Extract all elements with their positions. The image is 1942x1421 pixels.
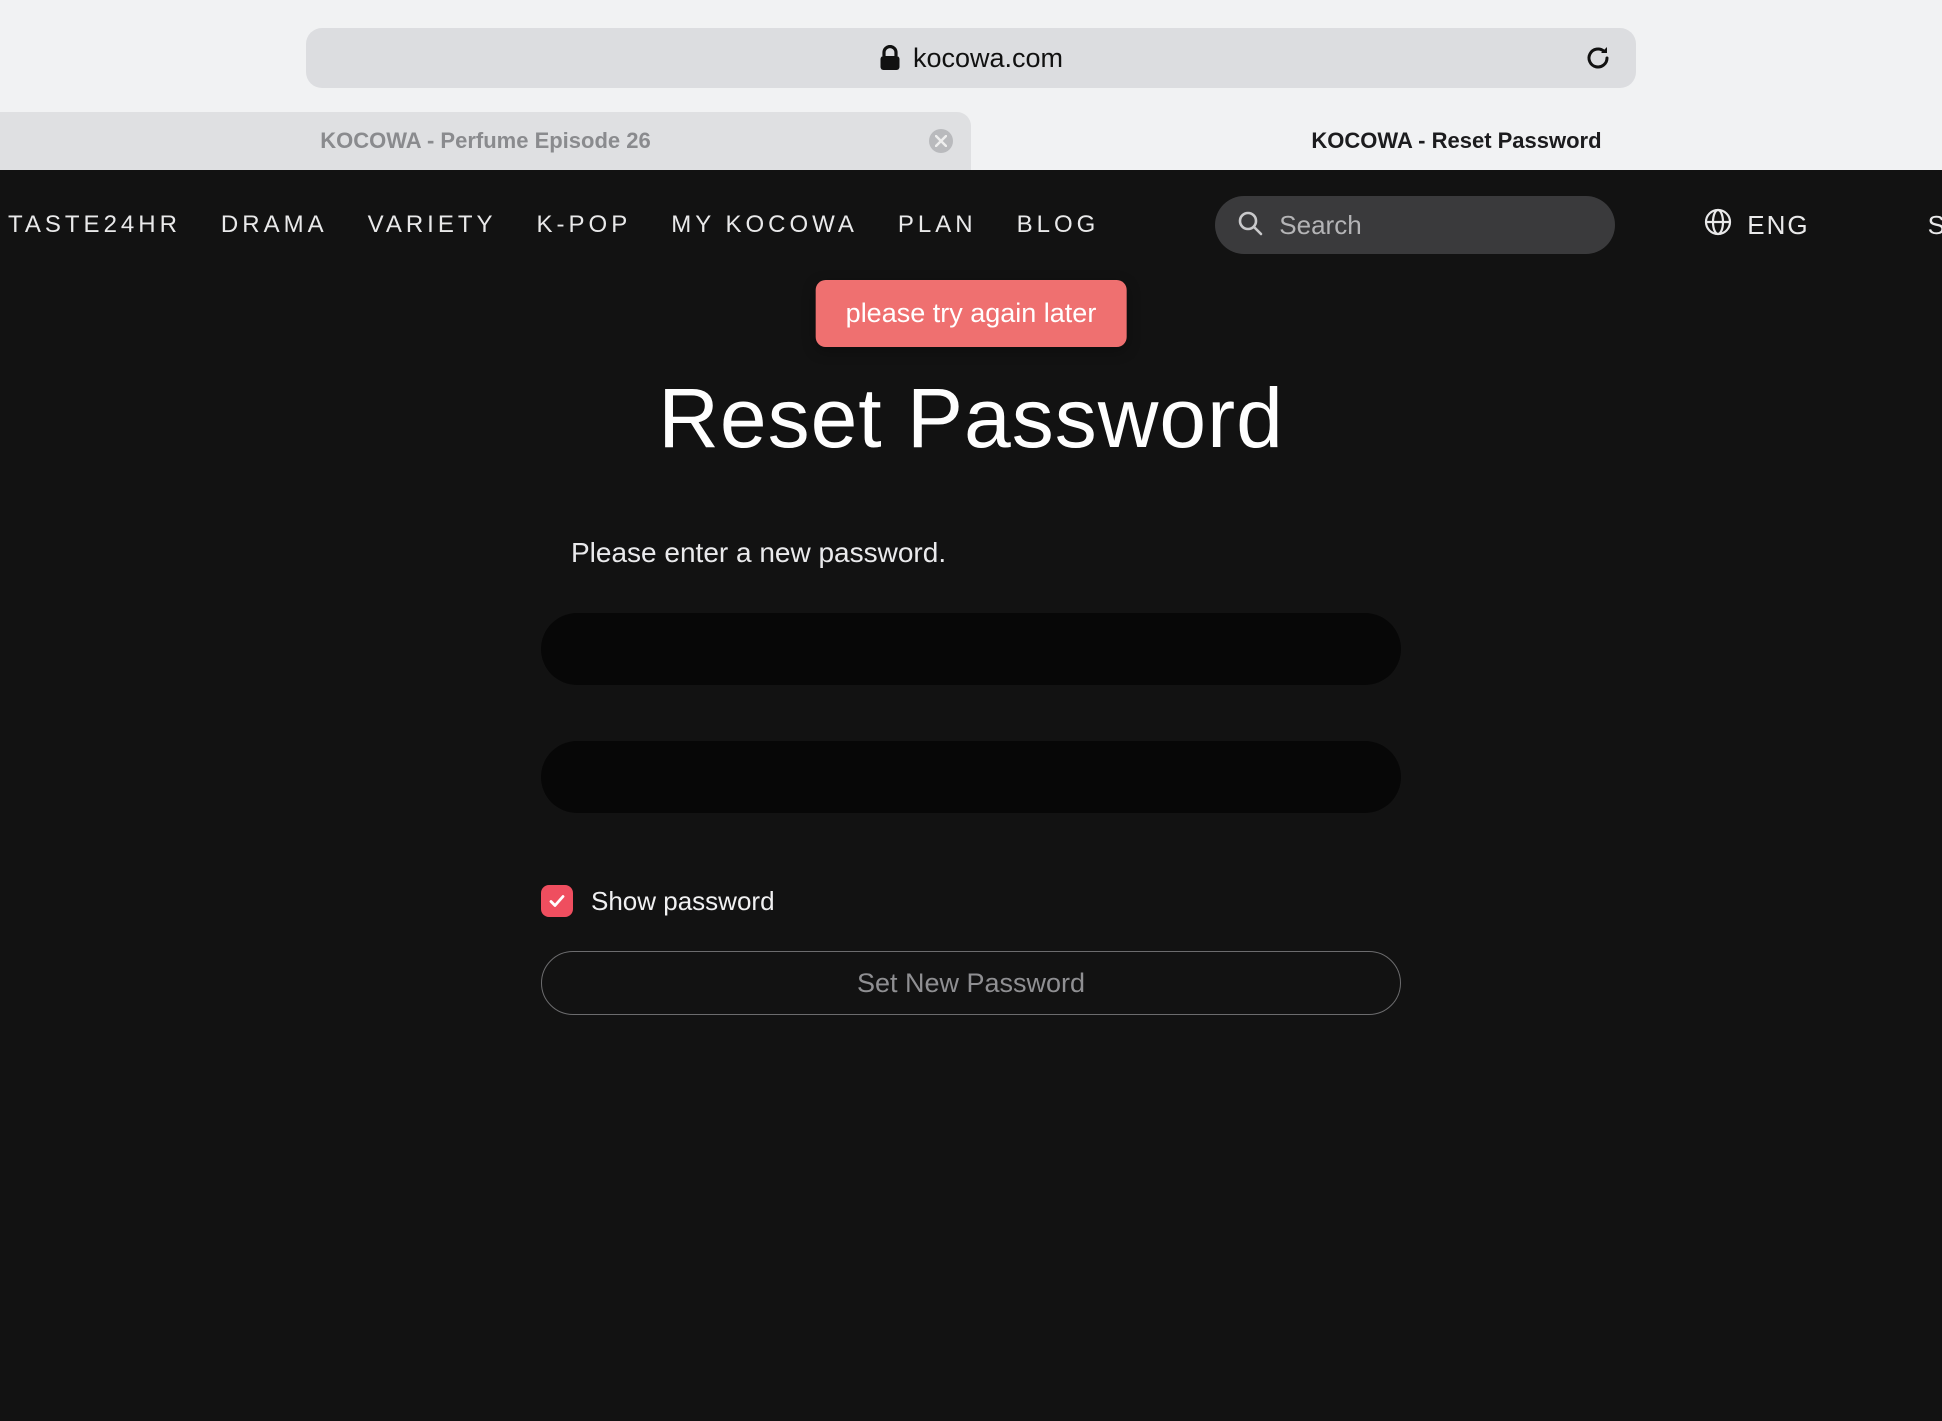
- tab-perfume-ep26[interactable]: KOCOWA - Perfume Episode 26: [0, 112, 971, 170]
- address-bar-content: kocowa.com: [306, 43, 1636, 74]
- nav-kpop[interactable]: K-POP: [537, 211, 632, 239]
- show-password-checkbox[interactable]: [541, 885, 573, 917]
- reload-button[interactable]: [1582, 42, 1614, 74]
- address-text: kocowa.com: [913, 43, 1063, 74]
- tab-reset-password[interactable]: KOCOWA - Reset Password: [971, 112, 1942, 170]
- nav-variety[interactable]: VARIETY: [368, 211, 497, 239]
- tab-title: KOCOWA - Reset Password: [1311, 128, 1601, 154]
- nav-plan[interactable]: PLAN: [898, 211, 977, 239]
- browser-chrome: kocowa.com KOCOWA - Perfume Episode 26 K…: [0, 0, 1942, 170]
- nav-blog[interactable]: BLOG: [1017, 211, 1100, 239]
- show-password-label: Show password: [591, 886, 775, 917]
- site-page: TASTE24HR DRAMA VARIETY K-POP MY KOCOWA …: [0, 170, 1942, 1421]
- toast-message: please try again later: [846, 298, 1097, 328]
- reset-password-panel: please try again later Reset Password Pl…: [541, 280, 1401, 1015]
- show-password-row: Show password: [541, 885, 1401, 917]
- search-input[interactable]: [1279, 210, 1614, 241]
- page-title: Reset Password: [541, 370, 1401, 467]
- nav-mykocowa[interactable]: MY KOCOWA: [671, 211, 858, 239]
- globe-icon: [1703, 207, 1733, 244]
- check-icon: [548, 892, 566, 910]
- search-icon: [1237, 210, 1263, 241]
- tab-row: KOCOWA - Perfume Episode 26 KOCOWA - Res…: [0, 112, 1942, 170]
- sign-link[interactable]: SIGN: [1928, 210, 1942, 241]
- site-nav: TASTE24HR DRAMA VARIETY K-POP MY KOCOWA …: [0, 170, 1942, 280]
- address-row: kocowa.com: [0, 0, 1942, 112]
- close-tab-icon[interactable]: [929, 129, 953, 153]
- nav-taste24hr[interactable]: TASTE24HR: [8, 211, 181, 239]
- tab-title: KOCOWA - Perfume Episode 26: [320, 128, 650, 154]
- nav-drama[interactable]: DRAMA: [221, 211, 328, 239]
- nav-links: TASTE24HR DRAMA VARIETY K-POP MY KOCOWA …: [8, 211, 1099, 239]
- address-bar[interactable]: kocowa.com: [306, 28, 1636, 88]
- page-subtitle: Please enter a new password.: [571, 537, 1401, 569]
- set-new-password-button[interactable]: Set New Password: [541, 951, 1401, 1015]
- new-password-field[interactable]: [541, 613, 1401, 685]
- lock-icon: [879, 45, 901, 71]
- confirm-password-field[interactable]: [541, 741, 1401, 813]
- error-toast: please try again later: [816, 280, 1127, 347]
- search-box[interactable]: [1215, 196, 1615, 254]
- language-selector[interactable]: ENG: [1703, 207, 1809, 244]
- language-label: ENG: [1747, 210, 1809, 241]
